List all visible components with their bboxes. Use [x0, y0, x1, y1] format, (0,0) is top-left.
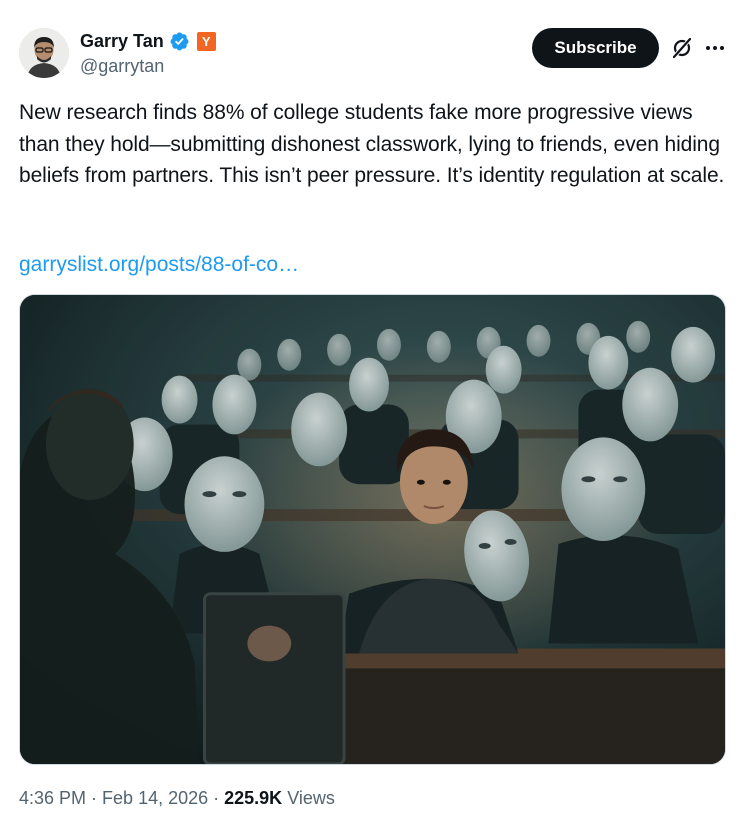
views-count[interactable]: 225.9K: [224, 788, 282, 809]
meta-separator: ·: [91, 788, 98, 808]
tweet-time[interactable]: 4:36 PM: [19, 788, 86, 809]
subscribe-button[interactable]: Subscribe: [532, 28, 659, 68]
author-name[interactable]: Garry Tan: [80, 31, 164, 52]
meta-separator: ·: [213, 788, 220, 808]
verified-badge-icon[interactable]: [169, 31, 190, 52]
author-name-row: Garry Tan Y: [80, 29, 216, 53]
more-icon[interactable]: [704, 38, 726, 58]
views-label: Views: [287, 788, 335, 808]
tweet-link[interactable]: garryslist.org/posts/88-of-co…: [19, 249, 299, 280]
lecture-hall-masks-illustration: [20, 295, 725, 764]
author-handle[interactable]: @garrytan: [80, 56, 164, 77]
yc-affiliate-badge[interactable]: Y: [196, 31, 216, 51]
tweet-date[interactable]: Feb 14, 2026: [102, 788, 208, 809]
tweet-meta: 4:36 PM · Feb 14, 2026 · 225.9K Views: [19, 788, 335, 809]
tweet-text: New research finds 88% of college studen…: [19, 101, 725, 187]
avatar[interactable]: [19, 28, 69, 78]
tweet-image[interactable]: [19, 294, 726, 765]
grok-icon[interactable]: [670, 36, 694, 60]
